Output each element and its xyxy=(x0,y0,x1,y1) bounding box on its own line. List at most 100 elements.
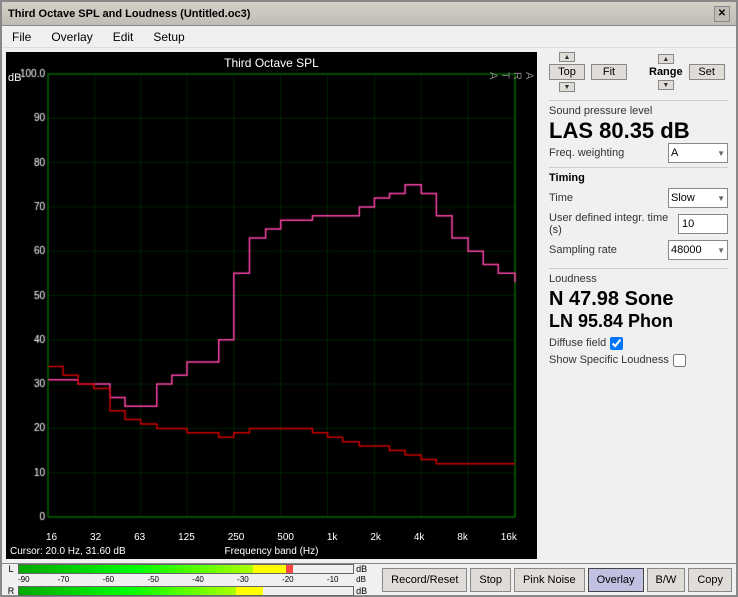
chart-area: Third Octave SPL dB ARTA 16 32 63 125 25… xyxy=(6,52,537,559)
show-specific-label: Show Specific Loudness xyxy=(549,354,669,366)
n-value: N 47.98 Sone xyxy=(549,287,728,311)
freq-weighting-row: Freq. weighting A ▼ xyxy=(549,143,728,163)
x-label-32: 32 xyxy=(90,532,101,543)
x-label-2k: 2k xyxy=(370,532,381,543)
top-label-display: Top xyxy=(549,64,585,80)
close-button[interactable]: ✕ xyxy=(714,6,730,22)
range-label: Range xyxy=(649,66,683,78)
freq-weighting-dropdown[interactable]: A ▼ xyxy=(668,143,728,163)
level-bar-right-green xyxy=(19,587,236,595)
freq-weighting-label: Freq. weighting xyxy=(549,147,624,159)
stop-button[interactable]: Stop xyxy=(470,568,511,592)
chart-title: Third Octave SPL xyxy=(6,54,537,72)
x-label-250: 250 xyxy=(228,532,245,543)
spl-value: LAS 80.35 dB xyxy=(549,119,728,143)
time-value: Slow xyxy=(671,192,695,204)
level-bar-left-green xyxy=(19,565,253,573)
menu-file[interactable]: File xyxy=(6,28,37,46)
show-specific-row: Show Specific Loudness xyxy=(549,354,728,367)
top-range-controls: ▲ Top ▼ Fit ▲ Range ▼ Set xyxy=(549,52,728,92)
tick-10: -10 xyxy=(311,575,354,584)
top-group: ▲ Top ▼ xyxy=(549,52,585,92)
right-panel: ▲ Top ▼ Fit ▲ Range ▼ Set xyxy=(541,48,736,563)
ln-value: LN 95.84 Phon xyxy=(549,311,728,333)
user-defined-row: User defined integr. time (s) xyxy=(549,212,728,236)
range-up-button[interactable]: ▲ xyxy=(658,54,674,64)
x-label-8k: 8k xyxy=(457,532,468,543)
time-row: Time Slow ▼ xyxy=(549,188,728,208)
bottom-bar: L dB -90 -70 -60 -50 -40 -30 -20 -10 dB xyxy=(2,563,736,595)
tick-50: -50 xyxy=(132,575,175,584)
tick-40: -40 xyxy=(177,575,220,584)
top-down-button[interactable]: ▼ xyxy=(559,82,575,92)
set-button[interactable]: Set xyxy=(689,64,725,80)
tick-labels-row: -90 -70 -60 -50 -40 -30 -20 -10 dB xyxy=(6,575,378,584)
time-label: Time xyxy=(549,192,668,204)
time-arrow-icon: ▼ xyxy=(717,194,725,203)
sampling-rate-row: Sampling rate 48000 ▼ xyxy=(549,240,728,260)
window-title: Third Octave SPL and Loudness (Untitled.… xyxy=(8,8,250,20)
chart-canvas xyxy=(6,52,537,559)
tick-db: dB xyxy=(356,575,378,584)
x-label-16: 16 xyxy=(46,532,57,543)
menu-setup[interactable]: Setup xyxy=(147,28,190,46)
sampling-rate-label: Sampling rate xyxy=(549,244,668,256)
x-axis-labels: 16 32 63 125 250 500 1k 2k 4k 8k 16k xyxy=(46,532,517,543)
diffuse-field-checkbox[interactable] xyxy=(610,337,623,350)
tick-70: -70 xyxy=(42,575,85,584)
menu-edit[interactable]: Edit xyxy=(107,28,140,46)
loudness-section: Loudness N 47.98 Sone LN 95.84 Phon Diff… xyxy=(549,268,728,367)
overlay-button[interactable]: Overlay xyxy=(588,568,644,592)
tick-30: -30 xyxy=(222,575,265,584)
loudness-label: Loudness xyxy=(549,273,728,285)
title-bar: Third Octave SPL and Loudness (Untitled.… xyxy=(2,2,736,26)
fit-button[interactable]: Fit xyxy=(591,64,627,80)
menu-overlay[interactable]: Overlay xyxy=(45,28,98,46)
timing-title: Timing xyxy=(549,172,728,184)
level-bar-left-red xyxy=(286,565,293,573)
left-channel-label: L xyxy=(6,564,16,574)
level-bar-left-yellow xyxy=(253,565,286,573)
show-specific-checkbox[interactable] xyxy=(673,354,686,367)
level-meter-group: L dB -90 -70 -60 -50 -40 -30 -20 -10 dB xyxy=(6,563,378,596)
time-dropdown[interactable]: Slow ▼ xyxy=(668,188,728,208)
pink-noise-button[interactable]: Pink Noise xyxy=(514,568,585,592)
bottom-buttons: Record/Reset Stop Pink Noise Overlay B/W… xyxy=(382,568,732,592)
x-axis-title: Frequency band (Hz) xyxy=(6,546,537,557)
set-group: Set xyxy=(689,52,725,92)
spl-section-label: Sound pressure level xyxy=(549,105,728,117)
x-label-1k: 1k xyxy=(327,532,338,543)
x-label-16k: 16k xyxy=(501,532,517,543)
timing-section: Timing Time Slow ▼ User defined integr. … xyxy=(549,167,728,264)
spl-section: Sound pressure level LAS 80.35 dB Freq. … xyxy=(549,100,728,163)
fit-group: Fit xyxy=(591,52,627,92)
main-window: Third Octave SPL and Loudness (Untitled.… xyxy=(0,0,738,597)
user-defined-label: User defined integr. time (s) xyxy=(549,212,678,236)
user-defined-input[interactable] xyxy=(678,214,728,234)
db-label-left: dB xyxy=(356,564,378,574)
right-channel-label: R xyxy=(6,586,16,596)
level-meter-left xyxy=(18,564,354,574)
sampling-rate-arrow-icon: ▼ xyxy=(717,246,725,255)
level-meter-right xyxy=(18,586,354,596)
record-reset-button[interactable]: Record/Reset xyxy=(382,568,467,592)
x-label-4k: 4k xyxy=(414,532,425,543)
diffuse-field-label: Diffuse field xyxy=(549,337,606,349)
tick-90: -90 xyxy=(18,575,40,584)
tick-20: -20 xyxy=(266,575,309,584)
top-up-button[interactable]: ▲ xyxy=(559,52,575,62)
sampling-rate-dropdown[interactable]: 48000 ▼ xyxy=(668,240,728,260)
level-row-left: L dB xyxy=(6,563,378,574)
level-bar-right-yellow xyxy=(236,587,263,595)
tick-60: -60 xyxy=(87,575,130,584)
range-group: ▲ Range ▼ xyxy=(649,54,683,90)
freq-weighting-arrow-icon: ▼ xyxy=(717,149,725,158)
range-down-button[interactable]: ▼ xyxy=(658,80,674,90)
x-label-63: 63 xyxy=(134,532,145,543)
diffuse-field-row: Diffuse field xyxy=(549,337,728,350)
sampling-rate-value: 48000 xyxy=(671,244,702,256)
x-label-125: 125 xyxy=(178,532,195,543)
y-axis-label: dB xyxy=(8,72,21,84)
copy-button[interactable]: Copy xyxy=(688,568,732,592)
bw-button[interactable]: B/W xyxy=(647,568,686,592)
